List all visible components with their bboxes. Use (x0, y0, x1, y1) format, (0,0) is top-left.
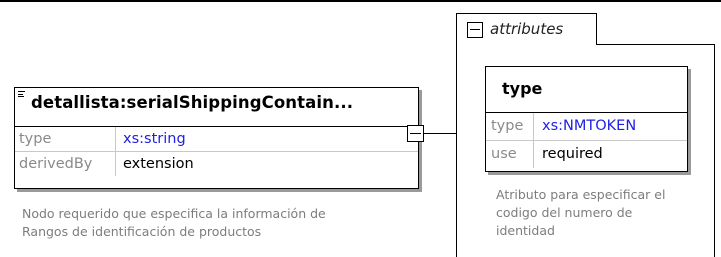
attribute-documentation: Atributo para especificar el codigo del … (496, 186, 711, 240)
attributes-collapse-icon[interactable] (467, 22, 483, 38)
attributes-frame-right (714, 44, 715, 257)
property-value: extension (123, 156, 194, 172)
attribute-doc-line: identidad (496, 223, 555, 238)
attribute-box[interactable]: type type xs:NMTOKEN use required (485, 66, 688, 172)
property-key: type (15, 127, 116, 151)
attributes-frame-top (596, 44, 715, 45)
attribute-name: type (502, 79, 543, 98)
property-row-derivedby: derivedBy extension (15, 152, 418, 176)
attribute-doc-line: Atributo para especificar el (496, 187, 666, 202)
element-doc-line: Nodo requerido que especifica la informa… (22, 206, 326, 221)
connector-line (424, 133, 457, 134)
attribute-value-link[interactable]: xs:NMTOKEN (542, 113, 636, 140)
attributes-frame-left (456, 44, 457, 257)
element-box[interactable]: detallista:serialShippingContain... type… (14, 87, 419, 189)
element-documentation: Nodo requerido que especifica la informa… (22, 205, 422, 241)
attribute-value: required (542, 146, 603, 162)
attribute-header: type (486, 67, 687, 113)
top-border (0, 0, 721, 2)
attribute-key: use (486, 141, 534, 168)
attribute-key: type (486, 113, 534, 140)
collapse-icon[interactable] (407, 125, 424, 142)
attribute-doc-line: codigo del numero de (496, 205, 633, 220)
attribute-row-type: type xs:NMTOKEN (486, 113, 687, 141)
element-header: detallista:serialShippingContain... (15, 88, 418, 127)
element-doc-line: Rangos de identificación de productos (22, 224, 262, 239)
attributes-tab[interactable]: attributes (456, 13, 597, 45)
property-key: derivedBy (15, 152, 116, 176)
element-icon (18, 91, 25, 99)
property-row-type: type xs:string (15, 127, 418, 152)
element-title: detallista:serialShippingContain... (31, 93, 354, 112)
attribute-row-use: use required (486, 141, 687, 168)
attributes-label: attributes (490, 20, 564, 38)
property-value-link[interactable]: xs:string (123, 127, 186, 151)
